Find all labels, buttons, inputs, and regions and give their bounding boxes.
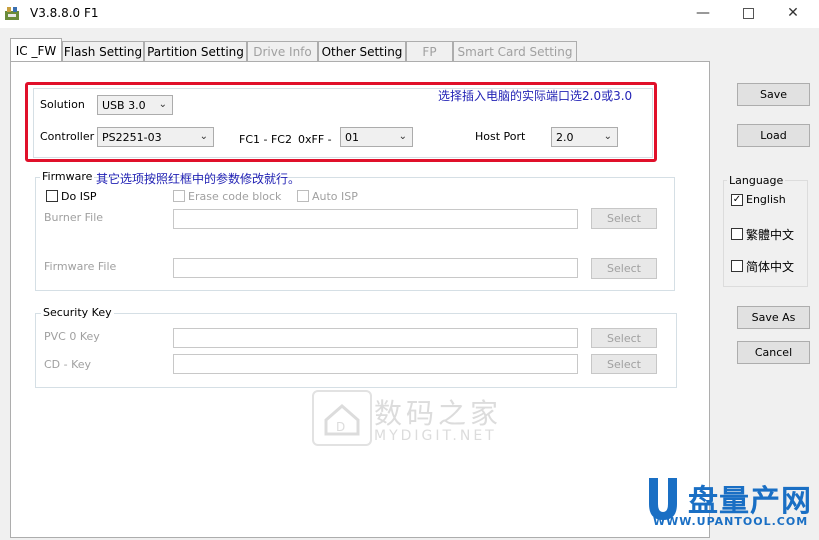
erase-code-block-checkbox[interactable] xyxy=(173,190,185,202)
tab-other-setting-label: Other Setting xyxy=(321,45,403,59)
burner-file-select-button[interactable]: Select xyxy=(591,208,657,229)
simplified-chinese-checkbox[interactable] xyxy=(731,260,743,272)
tab-smart-card-setting[interactable]: Smart Card Setting xyxy=(453,41,577,62)
burner-select-label: Select xyxy=(607,212,641,225)
pvc-select-label: Select xyxy=(607,331,641,345)
tab-flash-setting[interactable]: Flash Setting xyxy=(62,41,144,62)
svg-text:D: D xyxy=(336,420,345,434)
tab-flash-setting-label: Flash Setting xyxy=(63,45,143,59)
erase-code-block-label: Erase code block xyxy=(188,190,282,203)
tab-partition-setting[interactable]: Partition Setting xyxy=(144,41,247,62)
firmware-annotation: 其它选项按照红框中的参数修改就行。 xyxy=(96,172,301,186)
maximize-icon xyxy=(742,7,754,19)
save-button[interactable]: Save xyxy=(737,83,810,106)
english-checkbox[interactable]: ✓ xyxy=(731,194,743,206)
cd-key-label: CD - Key xyxy=(44,358,92,371)
security-key-group xyxy=(35,313,677,388)
upan-watermark-url: WWW.UPANTOOL.COM xyxy=(653,515,809,528)
tab-fp-label: FP xyxy=(422,45,437,59)
load-label: Load xyxy=(760,129,787,142)
tab-partition-setting-label: Partition Setting xyxy=(147,45,244,59)
mydigit-watermark-en: MYDIGIT.NET xyxy=(374,428,497,444)
minimize-icon: — xyxy=(696,5,710,21)
tab-ic-fw-label: IC _FW xyxy=(15,43,57,58)
firmware-legend: Firmware xyxy=(40,170,95,183)
upan-watermark-cn: 盘量产网 xyxy=(688,484,812,519)
mydigit-watermark-cn: 数码之家 xyxy=(374,397,503,430)
pvc-key-input[interactable] xyxy=(173,328,578,348)
tab-drive-info-label: Drive Info xyxy=(253,45,312,59)
firmware-select-label: Select xyxy=(607,262,641,275)
english-label: English xyxy=(746,193,786,206)
tab-fp[interactable]: FP xyxy=(406,41,453,62)
pvc-key-label: PVC 0 Key xyxy=(44,330,100,343)
tab-smart-card-setting-label: Smart Card Setting xyxy=(457,45,573,59)
firmware-file-label: Firmware File xyxy=(44,260,117,273)
do-isp-label: Do ISP xyxy=(61,190,97,203)
cancel-button[interactable]: Cancel xyxy=(737,341,810,364)
save-as-label: Save As xyxy=(751,311,796,324)
mydigit-logo: D xyxy=(312,390,372,446)
tab-other-setting[interactable]: Other Setting xyxy=(318,41,406,62)
pvc-key-select-button[interactable]: Select xyxy=(591,328,657,348)
auto-isp-label: Auto ISP xyxy=(312,190,358,203)
close-icon: ✕ xyxy=(787,5,799,21)
traditional-chinese-checkbox[interactable] xyxy=(731,228,743,240)
save-label: Save xyxy=(759,88,787,101)
cancel-label: Cancel xyxy=(754,346,793,359)
maximize-button[interactable] xyxy=(733,2,763,24)
cd-key-input[interactable] xyxy=(173,354,578,374)
firmware-file-input[interactable] xyxy=(173,258,578,278)
traditional-chinese-label: 繁體中文 xyxy=(746,228,795,242)
burner-file-label: Burner File xyxy=(44,211,104,224)
burner-file-input[interactable] xyxy=(173,209,578,229)
cd-select-label: Select xyxy=(607,357,641,371)
tab-drive-info[interactable]: Drive Info xyxy=(247,41,318,62)
port-annotation: 选择插入电脑的实际端口选2.0或3.0 xyxy=(438,89,633,103)
window-title: V3.8.8.0 F1 xyxy=(30,6,99,20)
minimize-button[interactable]: — xyxy=(688,2,718,24)
save-as-button[interactable]: Save As xyxy=(737,306,810,329)
app-icon xyxy=(4,5,20,21)
house-icon: D xyxy=(324,404,360,436)
close-button[interactable]: ✕ xyxy=(778,2,808,24)
tab-ic-fw[interactable]: IC _FW xyxy=(10,38,62,62)
do-isp-checkbox[interactable] xyxy=(46,190,58,202)
load-button[interactable]: Load xyxy=(737,124,810,147)
security-key-legend: Security Key xyxy=(41,306,114,319)
firmware-file-select-button[interactable]: Select xyxy=(591,258,657,279)
simplified-chinese-label: 简体中文 xyxy=(746,260,795,274)
checkmark-icon: ✓ xyxy=(732,194,742,205)
language-legend: Language xyxy=(727,174,786,187)
cd-key-select-button[interactable]: Select xyxy=(591,354,657,374)
auto-isp-checkbox[interactable] xyxy=(297,190,309,202)
